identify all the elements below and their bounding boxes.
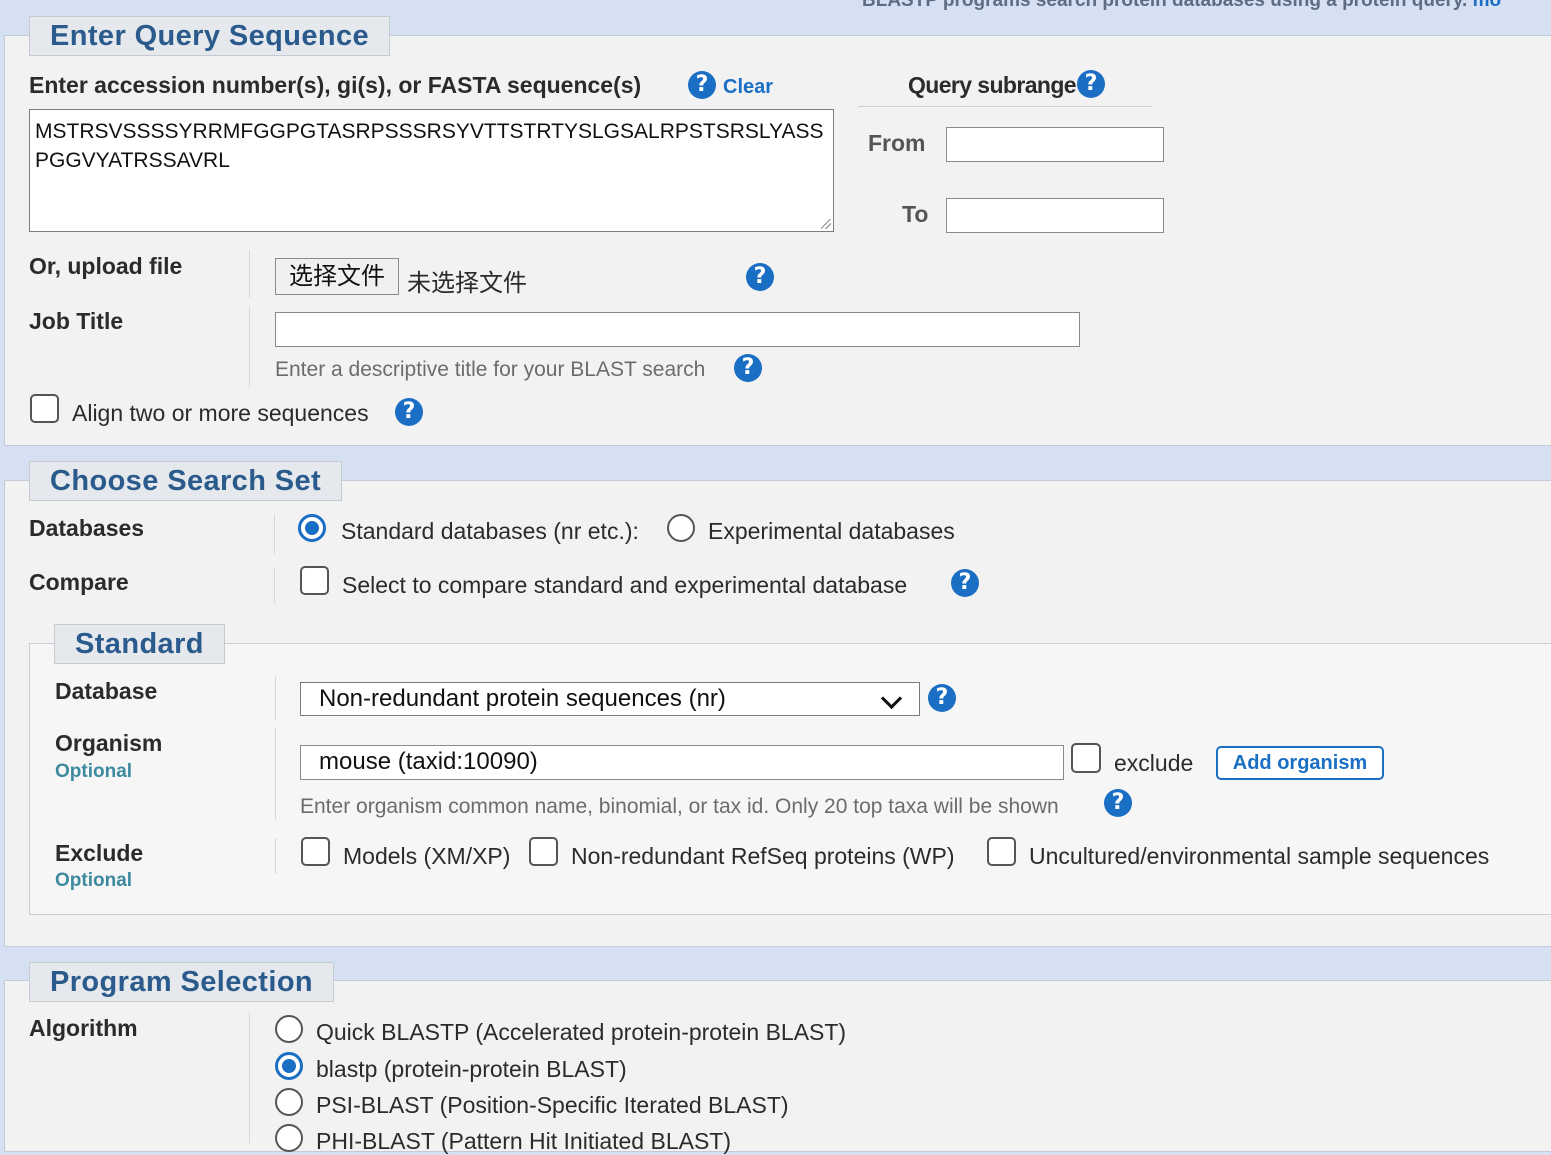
algorithm-option-label: PHI-BLAST (Pattern Hit Initiated BLAST)	[316, 1128, 732, 1154]
align-sequences-label: Align two or more sequences	[72, 400, 369, 426]
databases-label: Databases	[29, 515, 145, 541]
experimental-databases-radio[interactable]	[667, 514, 695, 542]
divider	[274, 567, 275, 603]
add-organism-button[interactable]: Add organism	[1216, 746, 1384, 780]
exclude-uncultured-checkbox[interactable]	[987, 837, 1016, 866]
exclude-models-label: Models (XM/XP)	[343, 843, 511, 869]
compare-databases-label: Select to compare standard and experimen…	[342, 572, 908, 598]
exclude-organism-checkbox[interactable]	[1071, 743, 1101, 773]
accession-label: Enter accession number(s), gi(s), or FAS…	[29, 72, 642, 98]
help-icon[interactable]: ?	[928, 684, 956, 712]
exclude-uncultured-label: Uncultured/environmental sample sequence…	[1029, 843, 1490, 869]
database-select[interactable]: Non-redundant protein sequences (nr)	[300, 682, 920, 716]
help-icon[interactable]: ?	[734, 354, 762, 382]
standard-databases-radio[interactable]	[298, 514, 326, 542]
exclude-optional-label: Optional	[55, 870, 133, 891]
algorithm-option-label: Quick BLASTP (Accelerated protein-protei…	[316, 1019, 847, 1045]
to-label: To	[902, 201, 929, 227]
help-icon[interactable]: ?	[951, 569, 979, 597]
exclude-refseq-checkbox[interactable]	[529, 837, 558, 866]
experimental-databases-label: Experimental databases	[708, 518, 955, 544]
subrange-divider	[858, 106, 1152, 107]
compare-databases-checkbox[interactable]	[300, 566, 329, 595]
search-set-legend: Choose Search Set	[29, 461, 343, 501]
algorithm-label: Algorithm	[29, 1015, 138, 1041]
file-status: 未选择文件	[407, 270, 527, 297]
chevron-down-icon	[880, 687, 903, 710]
query-subrange-label: Query subrange	[908, 72, 1077, 98]
divider	[249, 1013, 250, 1143]
divider	[274, 514, 275, 554]
resize-handle-icon[interactable]	[821, 219, 831, 229]
standard-databases-label: Standard databases (nr etc.):	[341, 518, 639, 544]
divider	[249, 250, 250, 298]
query-sequence-text: MSTRSVSSSSYRRMFGGPGTASRPSSSRSYVTTSTRTYSL…	[35, 120, 824, 172]
job-title-hint: Enter a descriptive title for your BLAST…	[275, 358, 706, 381]
standard-legend: Standard	[54, 624, 225, 664]
algorithm-option-label: PSI-BLAST (Position-Specific Iterated BL…	[316, 1092, 789, 1118]
algorithm-option-label: blastp (protein-protein BLAST)	[316, 1056, 627, 1082]
divider	[275, 838, 276, 874]
algorithm-radio-phi-blast[interactable]	[275, 1124, 303, 1152]
upload-file-label: Or, upload file	[29, 253, 183, 279]
from-input[interactable]	[946, 127, 1164, 162]
compare-label: Compare	[29, 569, 129, 595]
organism-input[interactable]: mouse (taxid:10090)	[300, 745, 1064, 780]
database-selected-value: Non-redundant protein sequences (nr)	[319, 685, 726, 712]
from-label: From	[868, 130, 926, 156]
algorithm-radio-quick-blastp[interactable]	[275, 1015, 303, 1043]
help-icon[interactable]: ?	[1077, 70, 1105, 98]
exclude-refseq-label: Non-redundant RefSeq proteins (WP)	[571, 843, 955, 869]
program-legend: Program Selection	[29, 962, 335, 1002]
help-icon[interactable]: ?	[1104, 789, 1132, 817]
divider	[275, 676, 276, 720]
help-icon[interactable]: ?	[746, 263, 774, 291]
exclude-models-checkbox[interactable]	[301, 837, 330, 866]
help-icon[interactable]: ?	[395, 398, 423, 426]
to-input[interactable]	[946, 198, 1164, 233]
align-sequences-checkbox[interactable]	[30, 394, 59, 423]
job-title-input[interactable]	[275, 312, 1080, 347]
query-sequence-textarea[interactable]: MSTRSVSSSSYRRMFGGPGTASRPSSSRSYVTTSTRTYSL…	[29, 109, 834, 232]
program-description-text: BLASTP programs search protein databases…	[862, 0, 1468, 11]
organism-optional-label: Optional	[55, 761, 133, 782]
organism-label: Organism	[55, 730, 163, 756]
choose-file-button[interactable]: 选择文件	[275, 258, 399, 295]
organism-hint: Enter organism common name, binomial, or…	[300, 795, 1059, 818]
divider	[249, 307, 250, 387]
exclude-organism-label: exclude	[1114, 750, 1194, 776]
more-info-link[interactable]: mo	[1473, 0, 1502, 11]
divider	[275, 728, 276, 820]
query-section-legend: Enter Query Sequence	[29, 16, 391, 56]
program-section	[4, 980, 1551, 1152]
exclude-label: Exclude	[55, 840, 144, 866]
job-title-label: Job Title	[29, 308, 124, 334]
database-label: Database	[55, 678, 158, 704]
help-icon[interactable]: ?	[688, 71, 716, 99]
clear-link[interactable]: Clear	[723, 76, 773, 99]
program-description: BLASTP programs search protein databases…	[862, 0, 1501, 12]
algorithm-radio-psi-blast[interactable]	[275, 1088, 303, 1116]
algorithm-radio-blastp[interactable]	[275, 1052, 303, 1080]
